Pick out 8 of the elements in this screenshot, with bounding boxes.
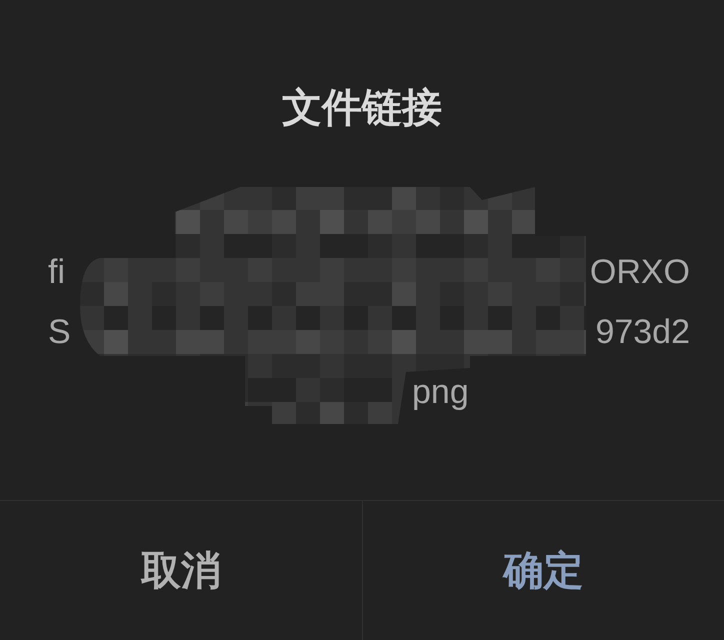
confirm-button[interactable]: 确定 [362, 501, 724, 640]
link-text-fragment: fi [48, 252, 65, 292]
link-text-fragment: 973d2 [595, 312, 690, 352]
link-text-fragment: ORXO [590, 252, 690, 292]
dialog-title: 文件链接 [282, 84, 442, 132]
link-text-fragment: png [412, 372, 469, 412]
cancel-button[interactable]: 取消 [0, 501, 362, 640]
link-text-fragment: S [48, 312, 71, 352]
